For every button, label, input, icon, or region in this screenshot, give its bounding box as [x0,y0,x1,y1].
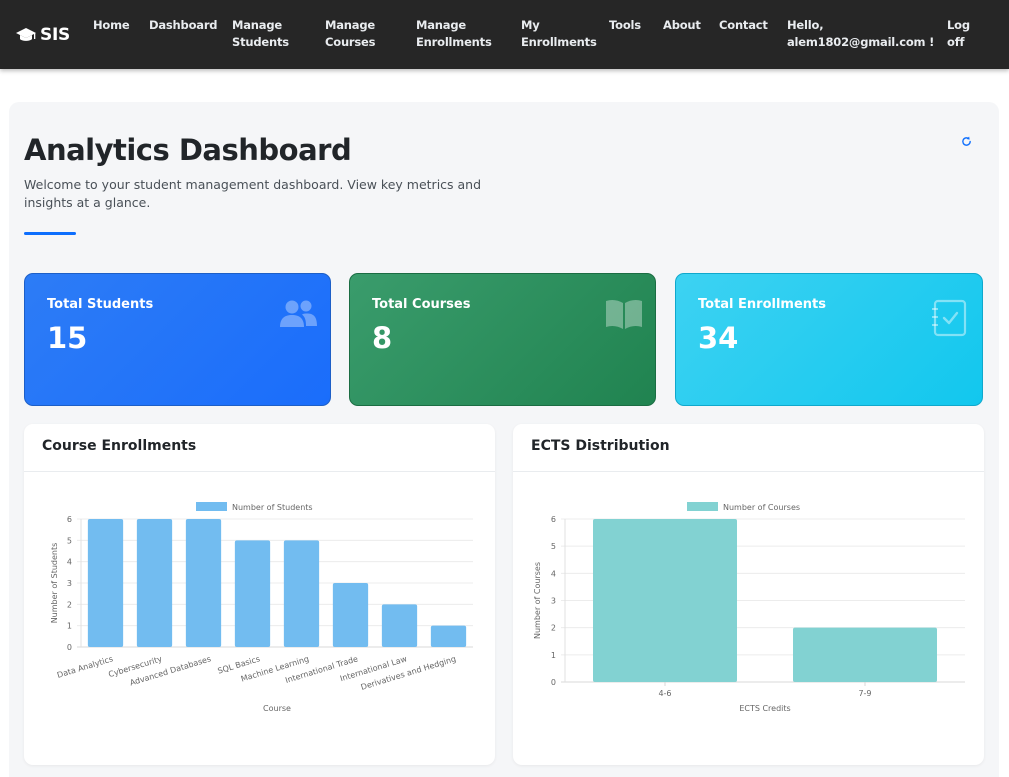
x-tick-label: Data Analytics [56,654,114,680]
y-tick-label: 0 [551,678,556,687]
nav-link-manage-students[interactable]: Manage Students [232,17,289,51]
brand-text: SIS [40,25,70,45]
course-enrollments-card: Course Enrollments 0 1 2 3 4 5 6 Number of Stud… [24,424,495,765]
refresh-icon [961,132,972,151]
nav-link-label: Courses [325,35,376,49]
bar [234,540,271,647]
logout-label: off [947,35,965,49]
nav-link-dashboard[interactable]: Dashboard [149,17,218,34]
nav-link-label: Manage [232,18,282,32]
nav-link-tools[interactable]: Tools [609,17,641,34]
nav-link-manage-enrollments[interactable]: Manage Enrollments [416,17,492,51]
bar [283,540,320,647]
x-axis-title: ECTS Credits [739,704,790,713]
y-tick-label: 5 [67,536,72,545]
bar [185,519,222,647]
y-tick-label: 4 [67,558,72,567]
logout-label: Log [947,18,970,32]
graduation-cap-icon [16,27,36,43]
bar [381,604,418,647]
legend-swatch [196,502,227,511]
bar [136,519,173,647]
user-greeting-link[interactable]: Hello, alem1802@gmail.com ! [787,17,934,51]
nav-link-label: Manage [325,18,375,32]
stat-label: Total Courses [372,297,471,312]
nav-link-label: Dashboard [149,18,218,32]
stat-value: 34 [698,321,739,355]
y-tick-label: 6 [551,515,556,524]
stat-label: Total Enrollments [698,297,827,312]
y-axis-title: Number of Courses [533,562,542,639]
page-title: Analytics Dashboard [24,133,352,167]
clipboard-check-icon [932,299,968,341]
user-email: alem1802@gmail.com ! [787,35,935,49]
y-tick-label: 3 [551,597,556,606]
users-icon [280,299,318,333]
y-tick-label: 2 [551,624,556,633]
stat-card-courses: Total Courses 8 [349,273,656,406]
top-navbar: SIS Home Dashboard Manage Students Manag… [0,0,1009,69]
y-tick-label: 3 [67,579,72,588]
nav-link-label: Manage [416,18,466,32]
stat-label: Total Students [47,297,154,312]
nav-link-home[interactable]: Home [93,17,130,34]
nav-link-label: Enrollments [521,35,597,49]
refresh-button[interactable] [956,131,976,151]
legend-label: Number of Students [232,503,313,512]
y-tick-label: 5 [551,542,556,551]
nav-link-label: My [521,18,540,32]
bar [332,583,369,647]
y-tick-label: 1 [551,651,556,660]
bar [430,625,467,647]
nav-link-label: Tools [609,18,641,32]
y-axis-title: Number of Students [50,543,59,624]
nav-link-label: Contact [719,18,768,32]
ects-distribution-chart: 0 1 2 3 4 5 6 Number of Courses 4-6 7-9 Number of … [533,502,965,713]
greeting-label: Hello, [787,18,824,32]
y-tick-label: 6 [67,515,72,524]
bar [593,519,737,682]
y-tick-label: 0 [67,643,72,652]
nav-link-contact[interactable]: Contact [719,17,768,34]
y-tick-label: 2 [67,600,72,609]
legend-swatch [687,502,718,511]
nav-link-label: Home [93,18,130,32]
page-description: Welcome to your student management dashb… [24,177,482,210]
stat-card-enrollments: Total Enrollments 34 [675,273,983,406]
nav-link-my-enrollments[interactable]: My Enrollments [521,17,597,51]
bar [793,627,937,682]
y-tick-label: 4 [551,569,556,578]
legend-label: Number of Courses [723,503,800,512]
course-enrollments-chart: 0 1 2 3 4 5 6 Number of Students Data Analytics C… [50,502,473,713]
nav-link-label: Enrollments [416,35,492,49]
stat-value: 15 [47,321,88,355]
x-tick-label: 7-9 [858,689,871,698]
ects-distribution-card: ECTS Distribution 0 1 2 3 4 5 6 Number of Cours… [513,424,984,765]
stat-card-students: Total Students 15 [24,273,331,406]
logout-link[interactable]: Log off [947,17,970,51]
bar [87,519,124,647]
x-tick-label: 4-6 [658,689,671,698]
book-icon [605,299,643,335]
nav-link-label: Students [232,35,289,49]
nav-link-manage-courses[interactable]: Manage Courses [325,17,375,51]
nav-link-label: About [663,18,701,32]
nav-link-about[interactable]: About [663,17,701,34]
y-tick-label: 1 [67,622,72,631]
brand-link[interactable]: SIS [16,24,70,46]
title-underline [24,232,76,235]
x-axis-title: Course [263,704,291,713]
stat-value: 8 [372,321,393,355]
